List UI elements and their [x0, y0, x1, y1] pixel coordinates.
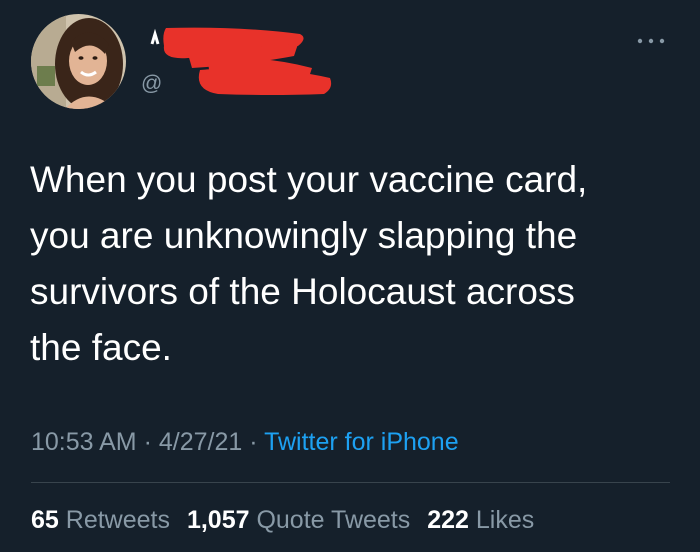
tweet-text-line: you are unknowingly slapping the — [30, 215, 578, 256]
name-redaction — [150, 27, 332, 95]
tweet-date[interactable]: 4/27/21 — [159, 428, 242, 456]
quote-tweets-stat[interactable]: 1,057 Quote Tweets — [187, 506, 410, 534]
quote-tweets-label: Quote Tweets — [256, 506, 411, 534]
divider — [31, 482, 670, 483]
user-handle[interactable]: @ — [141, 72, 163, 96]
avatar[interactable] — [31, 14, 126, 109]
likes-stat[interactable]: 222 Likes — [427, 506, 534, 534]
tweet-text-line: the face. — [30, 327, 172, 368]
tweet-metadata: 10:53 AM · 4/27/21 · Twitter for iPhone — [31, 425, 459, 459]
engagement-stats: 65 Retweets 1,057 Quote Tweets 222 Likes — [31, 503, 544, 537]
quote-tweets-count: 1,057 — [186, 506, 250, 534]
retweets-count: 65 — [31, 506, 59, 534]
tweet-text-line: survivors of the Holocaust across — [30, 271, 575, 312]
more-options-icon[interactable] — [635, 31, 667, 51]
retweets-label: Retweets — [65, 506, 170, 534]
tweet-text: When you post your vaccine card, you are… — [30, 152, 670, 376]
meta-separator: · — [249, 428, 258, 456]
tweet-time[interactable]: 10:53 AM — [31, 428, 137, 456]
meta-separator: · — [143, 428, 152, 456]
likes-label: Likes — [475, 506, 535, 534]
tweet-text-line: When you post your vaccine card, — [30, 159, 588, 200]
avatar-photo — [31, 14, 126, 109]
tweet-source-link[interactable]: Twitter for iPhone — [264, 428, 459, 456]
retweets-stat[interactable]: 65 Retweets — [31, 506, 170, 534]
likes-count: 222 — [427, 506, 469, 534]
